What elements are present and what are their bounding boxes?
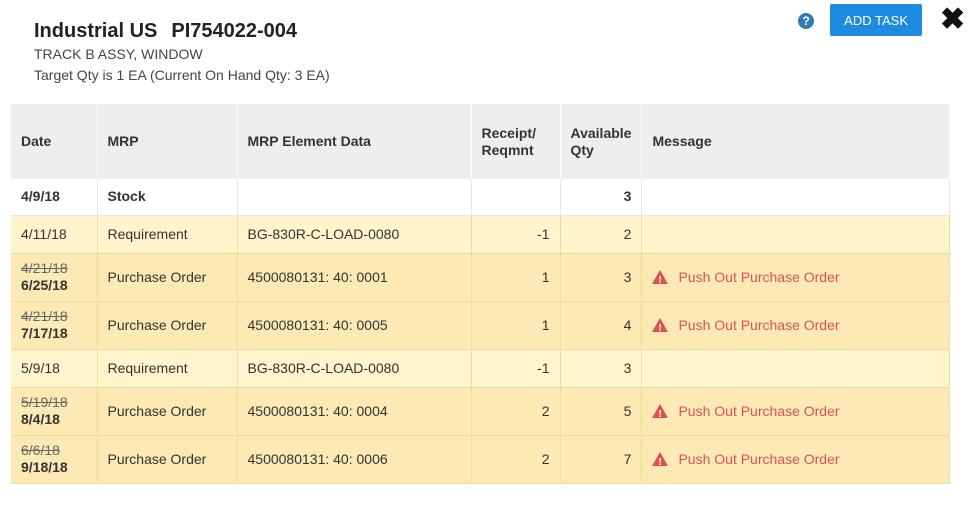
column-header-available-line2: Qty (570, 141, 594, 158)
old-date: 5/19/18 (21, 394, 68, 410)
cell-message (641, 349, 950, 388)
cell-element: BG-830R-C-LOAD-0080 (237, 349, 472, 388)
cell-date: 4/21/18 6/25/18 (11, 253, 98, 302)
column-header-available-line1: Available (570, 124, 632, 141)
warning-icon (652, 452, 669, 471)
close-icon[interactable]: ✖ (940, 5, 965, 35)
cell-element: BG-830R-C-LOAD-0080 (237, 215, 472, 254)
old-date: 4/21/18 (21, 308, 68, 324)
message-text: Push Out Purchase Order (678, 450, 840, 467)
old-date: 4/21/18 (21, 260, 68, 276)
table-row[interactable]: 5/19/18 8/4/18 Purchase Order 4500080131… (11, 387, 950, 436)
new-date: 8/4/18 (21, 411, 60, 427)
cell-available: 3 (560, 179, 643, 216)
column-header-available: Available Qty (560, 104, 643, 179)
page-header: Industrial US PI754022-004 TRACK B ASSY, … (34, 18, 330, 86)
cell-date: 4/9/18 (11, 179, 98, 216)
cell-receipt: 2 (471, 435, 561, 484)
warning-icon (652, 404, 669, 423)
column-header-receipt: Receipt/ Reqmnt (471, 104, 561, 179)
table-row[interactable]: 4/21/18 7/17/18 Purchase Order 450008013… (11, 301, 950, 350)
header-actions: ? ADD TASK ✖ (798, 4, 965, 36)
part-number: PI754022-004 (171, 20, 298, 42)
cell-element (237, 179, 472, 216)
company-name: Industrial US (34, 20, 158, 42)
cell-available: 2 (560, 215, 643, 254)
cell-message[interactable]: Push Out Purchase Order (641, 253, 950, 302)
cell-date: 4/21/18 7/17/18 (11, 301, 98, 350)
column-header-date: Date (11, 104, 98, 179)
cell-date: 4/11/18 (11, 215, 98, 254)
cell-available: 7 (560, 435, 643, 484)
table-row[interactable]: 4/21/18 6/25/18 Purchase Order 450008013… (11, 253, 950, 302)
table-header-row: Date MRP MRP Element Data Receipt/ Reqmn… (11, 104, 950, 179)
push-out-message[interactable]: Push Out Purchase Order (652, 450, 939, 471)
column-header-message: Message (641, 104, 950, 179)
cell-mrp: Stock (97, 179, 238, 216)
cell-available: 3 (560, 349, 643, 388)
cell-available: 4 (560, 301, 643, 350)
page-title: Industrial US PI754022-004 (34, 18, 330, 44)
push-out-message[interactable]: Push Out Purchase Order (652, 268, 939, 289)
cell-message[interactable]: Push Out Purchase Order (641, 301, 950, 350)
mrp-table: Date MRP MRP Element Data Receipt/ Reqmn… (11, 104, 950, 484)
warning-icon (652, 318, 669, 337)
cell-message (641, 215, 950, 254)
cell-receipt (471, 179, 561, 216)
cell-element: 4500080131: 40: 0001 (237, 253, 472, 302)
table-row[interactable]: 4/11/18 Requirement BG-830R-C-LOAD-0080 … (11, 215, 950, 254)
cell-element: 4500080131: 40: 0005 (237, 301, 472, 350)
push-out-message[interactable]: Push Out Purchase Order (652, 402, 939, 423)
cell-element: 4500080131: 40: 0004 (237, 387, 472, 436)
column-header-receipt-line1: Receipt/ (481, 124, 536, 141)
message-text: Push Out Purchase Order (678, 316, 840, 333)
cell-receipt: 1 (471, 301, 561, 350)
old-date: 6/6/18 (21, 442, 60, 458)
table-row[interactable]: 5/9/18 Requirement BG-830R-C-LOAD-0080 -… (11, 349, 950, 388)
column-header-receipt-line2: Reqmnt (481, 141, 534, 158)
add-task-button[interactable]: ADD TASK (830, 4, 922, 36)
cell-receipt: 1 (471, 253, 561, 302)
cell-date: 5/9/18 (11, 349, 98, 388)
cell-message[interactable]: Push Out Purchase Order (641, 387, 950, 436)
warning-icon (652, 270, 669, 289)
cell-receipt: -1 (471, 215, 561, 254)
column-header-mrp: MRP (97, 104, 238, 179)
target-qty: Target Qty is 1 EA (Current On Hand Qty:… (34, 67, 330, 83)
part-description: TRACK B ASSY, WINDOW (34, 46, 203, 62)
cell-message[interactable]: Push Out Purchase Order (641, 435, 950, 484)
table-row[interactable]: 6/6/18 9/18/18 Purchase Order 4500080131… (11, 435, 950, 484)
cell-mrp: Purchase Order (97, 387, 238, 436)
cell-date: 6/6/18 9/18/18 (11, 435, 98, 484)
message-text: Push Out Purchase Order (678, 268, 840, 285)
cell-mrp: Requirement (97, 215, 238, 254)
cell-mrp: Requirement (97, 349, 238, 388)
cell-available: 3 (560, 253, 643, 302)
cell-receipt: 2 (471, 387, 561, 436)
table-row: 4/9/18 Stock 3 (11, 179, 950, 216)
help-icon[interactable]: ? (798, 13, 815, 29)
new-date: 9/18/18 (21, 459, 68, 475)
cell-element: 4500080131: 40: 0006 (237, 435, 472, 484)
message-text: Push Out Purchase Order (678, 402, 840, 419)
new-date: 7/17/18 (21, 325, 68, 341)
push-out-message[interactable]: Push Out Purchase Order (652, 316, 939, 337)
cell-available: 5 (560, 387, 643, 436)
cell-message (641, 179, 950, 216)
cell-date: 5/19/18 8/4/18 (11, 387, 98, 436)
cell-mrp: Purchase Order (97, 301, 238, 350)
column-header-element: MRP Element Data (237, 104, 472, 179)
cell-mrp: Purchase Order (97, 435, 238, 484)
cell-receipt: -1 (471, 349, 561, 388)
cell-mrp: Purchase Order (97, 253, 238, 302)
new-date: 6/25/18 (21, 277, 68, 293)
